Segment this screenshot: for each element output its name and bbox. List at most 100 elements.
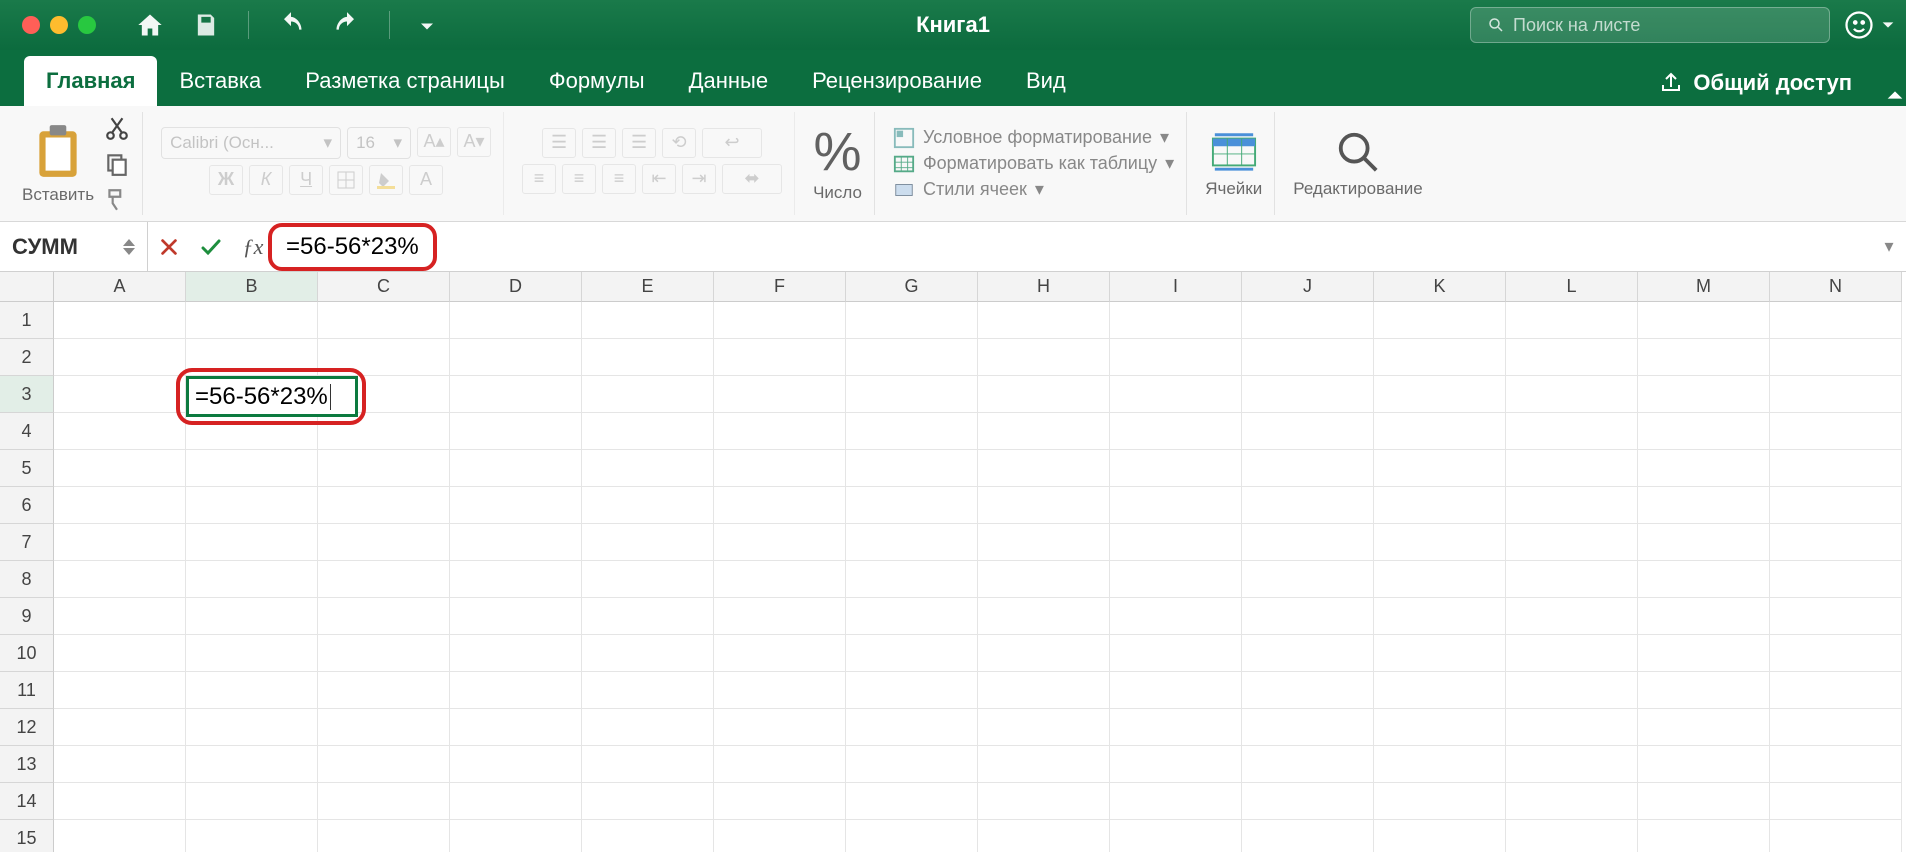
home-icon[interactable]: [136, 11, 164, 39]
cell[interactable]: [450, 746, 582, 783]
cell[interactable]: [1770, 561, 1902, 598]
italic-button[interactable]: К: [249, 165, 283, 195]
row-header[interactable]: 7: [0, 524, 54, 561]
format-painter-icon[interactable]: [104, 187, 130, 213]
cell[interactable]: [714, 413, 846, 450]
cell[interactable]: [1638, 450, 1770, 487]
cell[interactable]: [1506, 746, 1638, 783]
cell[interactable]: [450, 672, 582, 709]
column-header[interactable]: H: [978, 272, 1110, 302]
cell[interactable]: [582, 709, 714, 746]
cell[interactable]: [1242, 450, 1374, 487]
cell[interactable]: [450, 376, 582, 413]
bold-button[interactable]: Ж: [209, 165, 243, 195]
cell[interactable]: [1506, 450, 1638, 487]
cell[interactable]: [450, 561, 582, 598]
cell[interactable]: [714, 524, 846, 561]
cell[interactable]: [1506, 820, 1638, 852]
cell[interactable]: [714, 746, 846, 783]
increase-font-icon[interactable]: A▴: [417, 127, 451, 157]
cell[interactable]: [1110, 672, 1242, 709]
cell[interactable]: [1374, 413, 1506, 450]
cell[interactable]: [1242, 746, 1374, 783]
cell[interactable]: [1242, 598, 1374, 635]
row-header[interactable]: 13: [0, 746, 54, 783]
row-header[interactable]: 4: [0, 413, 54, 450]
row-header[interactable]: 3: [0, 376, 54, 413]
cell[interactable]: [582, 820, 714, 852]
cell[interactable]: [54, 524, 186, 561]
cell[interactable]: [186, 746, 318, 783]
cell[interactable]: [978, 339, 1110, 376]
cell[interactable]: [846, 783, 978, 820]
cell[interactable]: [54, 339, 186, 376]
cell[interactable]: [1638, 672, 1770, 709]
cell[interactable]: [714, 820, 846, 852]
cell[interactable]: [450, 450, 582, 487]
row-header[interactable]: 1: [0, 302, 54, 339]
align-right-icon[interactable]: ≡: [602, 164, 636, 194]
cell[interactable]: [1242, 413, 1374, 450]
formula-bar-content[interactable]: =56-56*23%: [286, 233, 419, 260]
cell[interactable]: [186, 302, 318, 339]
orientation-icon[interactable]: ⟲: [662, 128, 696, 158]
cell[interactable]: [846, 709, 978, 746]
cell[interactable]: [1374, 339, 1506, 376]
font-size-select[interactable]: 16▾: [347, 127, 411, 159]
tab-formulas[interactable]: Формулы: [527, 56, 667, 106]
cell[interactable]: [1638, 524, 1770, 561]
cell[interactable]: [450, 820, 582, 852]
cell[interactable]: [1110, 561, 1242, 598]
cell[interactable]: [1638, 302, 1770, 339]
cell[interactable]: [978, 413, 1110, 450]
align-bottom-icon[interactable]: ☰: [622, 128, 656, 158]
cell[interactable]: [1110, 413, 1242, 450]
percent-icon[interactable]: %: [814, 125, 862, 179]
cell[interactable]: [1506, 783, 1638, 820]
borders-icon[interactable]: [329, 165, 363, 195]
cell[interactable]: [1506, 487, 1638, 524]
cancel-formula-button[interactable]: [148, 222, 190, 271]
cell[interactable]: [54, 413, 186, 450]
wrap-text-icon[interactable]: ↩: [702, 128, 762, 158]
cell[interactable]: [978, 709, 1110, 746]
cell[interactable]: [582, 302, 714, 339]
cell[interactable]: [1110, 302, 1242, 339]
dropdown-icon[interactable]: [1880, 11, 1896, 39]
cell[interactable]: [714, 672, 846, 709]
merge-icon[interactable]: ⬌: [722, 164, 782, 194]
cell[interactable]: [582, 339, 714, 376]
enter-formula-button[interactable]: [190, 222, 232, 271]
cell[interactable]: [1638, 376, 1770, 413]
cell[interactable]: [450, 783, 582, 820]
cell[interactable]: [1770, 339, 1902, 376]
cell[interactable]: [978, 820, 1110, 852]
cell[interactable]: [846, 524, 978, 561]
cell[interactable]: [450, 339, 582, 376]
cell[interactable]: [1770, 598, 1902, 635]
tab-insert[interactable]: Вставка: [157, 56, 283, 106]
cell[interactable]: [1770, 450, 1902, 487]
cell[interactable]: [1770, 820, 1902, 852]
cell[interactable]: [1374, 598, 1506, 635]
cell[interactable]: [978, 783, 1110, 820]
cell[interactable]: [1506, 672, 1638, 709]
cell[interactable]: [54, 672, 186, 709]
cell[interactable]: [582, 672, 714, 709]
cell[interactable]: [1242, 376, 1374, 413]
column-header[interactable]: C: [318, 272, 450, 302]
row-header[interactable]: 5: [0, 450, 54, 487]
cell[interactable]: [54, 302, 186, 339]
sheet-search[interactable]: [1470, 7, 1830, 43]
cell[interactable]: [1374, 709, 1506, 746]
cell[interactable]: [450, 709, 582, 746]
row-header[interactable]: 2: [0, 339, 54, 376]
cell[interactable]: [1242, 487, 1374, 524]
cell[interactable]: [318, 524, 450, 561]
align-center-icon[interactable]: ≡: [562, 164, 596, 194]
paste-icon[interactable]: [32, 123, 84, 181]
cell[interactable]: [450, 524, 582, 561]
cell[interactable]: [714, 561, 846, 598]
cell[interactable]: [186, 339, 318, 376]
sheet-search-input[interactable]: [1513, 15, 1813, 36]
